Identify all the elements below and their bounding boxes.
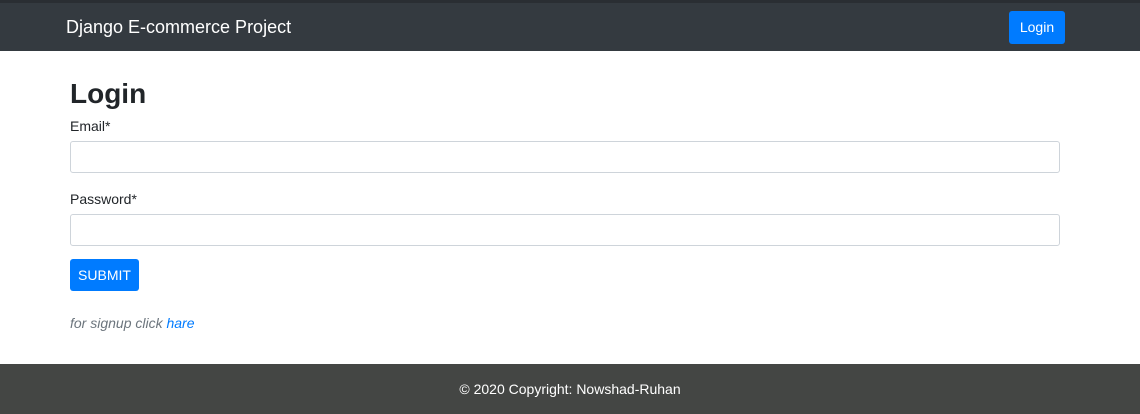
copyright-text: © 2020 Copyright: Nowshad-Ruhan bbox=[459, 381, 681, 397]
footer: © 2020 Copyright: Nowshad-Ruhan bbox=[0, 364, 1140, 414]
password-field[interactable] bbox=[70, 214, 1060, 246]
email-label: Email* bbox=[70, 118, 111, 134]
page-title: Login bbox=[70, 78, 147, 109]
nav-login-button[interactable]: Login bbox=[1009, 11, 1065, 44]
top-navbar: Django E-commerce Project Login bbox=[0, 0, 1140, 51]
password-label: Password* bbox=[70, 191, 137, 207]
signup-link[interactable]: hare bbox=[166, 315, 194, 331]
signup-prefix-text: for signup click bbox=[70, 315, 163, 331]
submit-button[interactable]: SUBMIT bbox=[70, 259, 139, 291]
email-field[interactable] bbox=[70, 141, 1060, 173]
brand-link[interactable]: Django E-commerce Project bbox=[66, 16, 291, 38]
signup-hint: for signup click hare bbox=[70, 314, 195, 332]
